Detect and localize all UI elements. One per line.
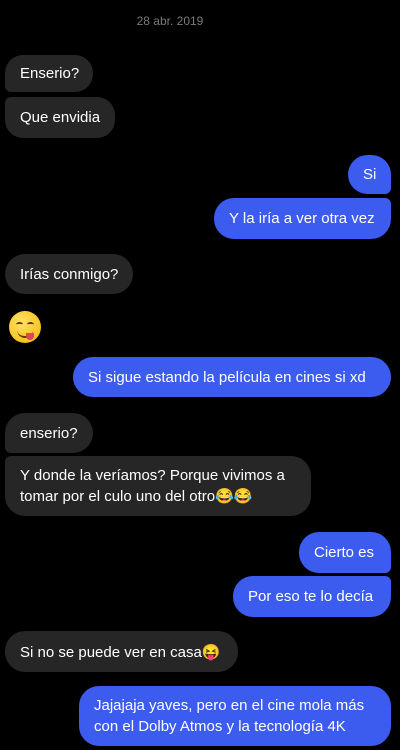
message-text: Cierto es [314, 544, 375, 561]
message-text: Si no se puede ver en casa😝 [20, 643, 221, 661]
message-text: Y donde la veríamos? Porque vivimos a to… [20, 467, 285, 505]
message-text: Por eso te lo decía [248, 588, 374, 605]
message-outgoing[interactable]: Jajajaja yaves, pero en el cine mola más… [79, 686, 391, 746]
message-outgoing[interactable]: Si sigue estando la película en cines si… [73, 357, 391, 397]
message-incoming[interactable]: enserio? [5, 413, 93, 453]
message-text: Si [363, 166, 377, 183]
message-incoming[interactable]: Enserio? [5, 55, 93, 92]
message-text: Jajajaja yaves, pero en el cine mola más… [94, 697, 365, 735]
message-incoming[interactable]: Si no se puede ver en casa😝 [5, 631, 238, 672]
message-text: Enserio? [20, 65, 80, 82]
savoring-food-face-icon[interactable] [9, 311, 41, 343]
message-incoming[interactable]: Que envidia [5, 97, 115, 138]
message-outgoing[interactable]: Cierto es [299, 532, 391, 573]
message-incoming[interactable]: Y donde la veríamos? Porque vivimos a to… [5, 456, 311, 516]
message-incoming[interactable]: Irías conmigo? [5, 254, 133, 294]
message-outgoing[interactable]: Y la iría a ver otra vez [214, 198, 391, 239]
conversation-date: 28 abr. 2019 [136, 14, 204, 28]
message-text: enserio? [20, 424, 78, 442]
message-text: Si sigue estando la película en cines si… [88, 368, 366, 386]
message-text: Que envidia [20, 109, 101, 126]
message-outgoing[interactable]: Por eso te lo decía [233, 576, 391, 617]
message-outgoing[interactable]: Si [348, 155, 391, 194]
message-text: Y la iría a ver otra vez [229, 210, 375, 227]
message-text: Irías conmigo? [20, 265, 119, 283]
